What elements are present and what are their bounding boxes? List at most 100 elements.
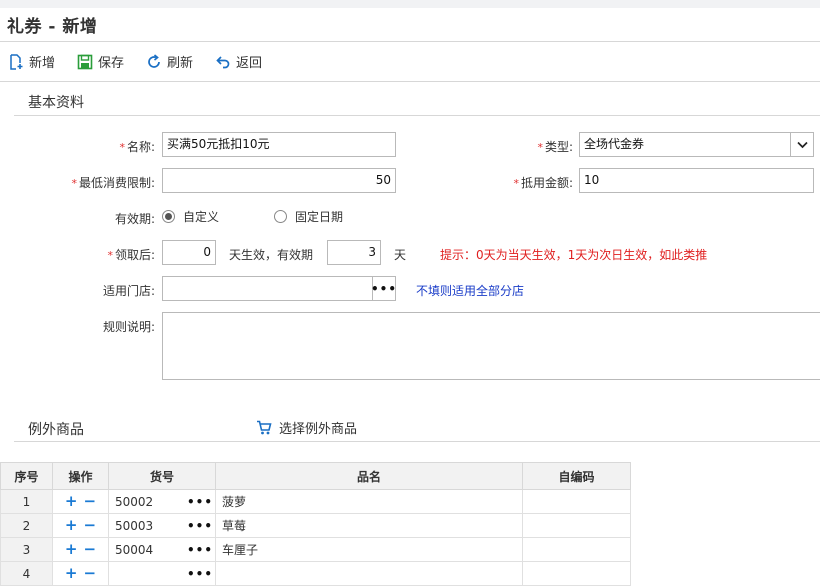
col-header-action: 操作 [52,462,109,490]
after-receive-label: * 领取后: [107,248,155,262]
table-row: 4 + − ••• [0,561,631,586]
exception-goods-title: 例外商品 [28,422,84,438]
minus-icon[interactable]: − [84,566,97,581]
days-unit: 天 [394,248,407,262]
refresh-button-label: 刷新 [167,56,194,71]
plus-icon[interactable]: + [65,494,78,509]
own-code-cell [522,489,631,514]
rule-label: 规则说明: [102,320,155,334]
store-picker-button[interactable]: ••• [371,276,398,301]
add-doc-icon [10,53,23,70]
row-actions: + − [52,561,109,586]
store-hint: 不填则适用全部分店 [416,284,525,298]
refresh-button[interactable]: 刷新 [146,52,193,71]
row-number: 1 [0,489,53,514]
more-icon[interactable]: ••• [187,495,213,509]
more-icon[interactable]: ••• [187,567,213,581]
row-number: 2 [0,513,53,538]
valid-days-field[interactable]: 3 [327,240,381,265]
table-row: 1 + − 50002 ••• 菠萝 [0,489,631,514]
rule-textarea[interactable] [162,312,820,380]
basic-info-title: 基本资料 [28,95,84,111]
type-select[interactable]: 全场代金券 [579,132,814,157]
row-actions: + − [52,537,109,562]
add-button-label: 新增 [29,56,56,71]
name-cell: 车厘子 [215,537,523,562]
name-field[interactable]: 买满50元抵扣10元 [162,132,396,157]
divider [14,441,820,442]
exception-goods-table: 序号 操作 货号 品名 自编码 1 + − 50002 ••• 菠萝 2 + − 50… [0,462,631,586]
row-number: 3 [0,537,53,562]
radio-checked-icon [162,210,175,223]
plus-icon[interactable]: + [65,566,78,581]
effective-days-field[interactable]: 0 [162,240,216,265]
col-header-code: 货号 [108,462,216,490]
back-arrow-icon [216,55,230,68]
plus-icon[interactable]: + [65,518,78,533]
name-cell [215,561,523,586]
basic-info-section: 基本资料 [0,82,820,116]
validity-fixed-radio[interactable]: 固定日期 [274,208,343,225]
chevron-down-icon [796,141,808,148]
col-header-own-code: 自编码 [522,462,631,490]
type-label: * 类型: [537,140,573,154]
minus-icon[interactable]: − [84,494,97,509]
own-code-cell [522,513,631,538]
code-value: 50004 [115,542,154,557]
col-header-name: 品名 [215,462,523,490]
select-exception-goods-label: 选择例外商品 [279,422,358,437]
dropdown-toggle[interactable] [790,132,813,157]
minus-icon[interactable]: − [84,542,97,557]
more-icon[interactable]: ••• [187,543,213,557]
own-code-cell [522,561,631,586]
table-row: 2 + − 50003 ••• 草莓 [0,513,631,538]
back-button[interactable]: 返回 [215,52,262,71]
validity-custom-radio[interactable]: 自定义 [162,208,219,225]
min-spend-label: * 最低消费限制: [71,176,155,190]
radio-unchecked-icon [274,210,287,223]
top-strip [0,0,820,8]
minus-icon[interactable]: − [84,518,97,533]
min-spend-field[interactable]: 50 [162,168,396,193]
divider [14,115,820,116]
code-value: 50002 [115,494,154,509]
code-cell[interactable]: ••• [108,561,216,586]
save-button-label: 保存 [98,56,125,71]
row-actions: + − [52,489,109,514]
deduct-amount-field[interactable]: 10 [579,168,814,193]
save-button[interactable]: 保存 [77,52,124,71]
table-row: 3 + − 50004 ••• 车厘子 [0,537,631,562]
more-icon[interactable]: ••• [187,519,213,533]
type-select-value: 全场代金券 [584,137,645,151]
code-cell[interactable]: 50002 ••• [108,489,216,514]
select-exception-goods-button[interactable]: 选择例外商品 [256,418,357,437]
save-icon [77,54,93,69]
validity-hint: 提示：0天为当天生效，1天为次日生效，如此类推 [440,248,708,262]
deduct-amount-label: * 抵用金额: [513,176,573,190]
page-title: 礼券 - 新增 [7,17,98,37]
more-icon: ••• [371,281,398,296]
name-cell: 草莓 [215,513,523,538]
row-actions: + − [52,513,109,538]
validity-fixed-label: 固定日期 [295,210,344,224]
code-cell[interactable]: 50004 ••• [108,537,216,562]
own-code-cell [522,537,631,562]
effective-text: 天生效，有效期 [229,248,314,262]
back-button-label: 返回 [236,56,263,71]
store-label: 适用门店: [102,284,155,298]
validity-custom-label: 自定义 [183,210,220,224]
col-header-no: 序号 [0,462,53,490]
name-cell: 菠萝 [215,489,523,514]
name-label: * 名称: [119,140,155,154]
plus-icon[interactable]: + [65,542,78,557]
toolbar: 新增 保存 刷新 返回 [0,42,820,82]
store-field[interactable] [162,276,374,301]
add-button[interactable]: 新增 [8,52,55,71]
exception-goods-section: 例外商品 选择例外商品 [0,410,820,442]
validity-label: 有效期: [114,212,155,226]
code-cell[interactable]: 50003 ••• [108,513,216,538]
code-value: 50003 [115,518,154,533]
title-bar: 礼券 - 新增 [0,8,820,42]
row-number: 4 [0,561,53,586]
refresh-icon [148,53,160,68]
